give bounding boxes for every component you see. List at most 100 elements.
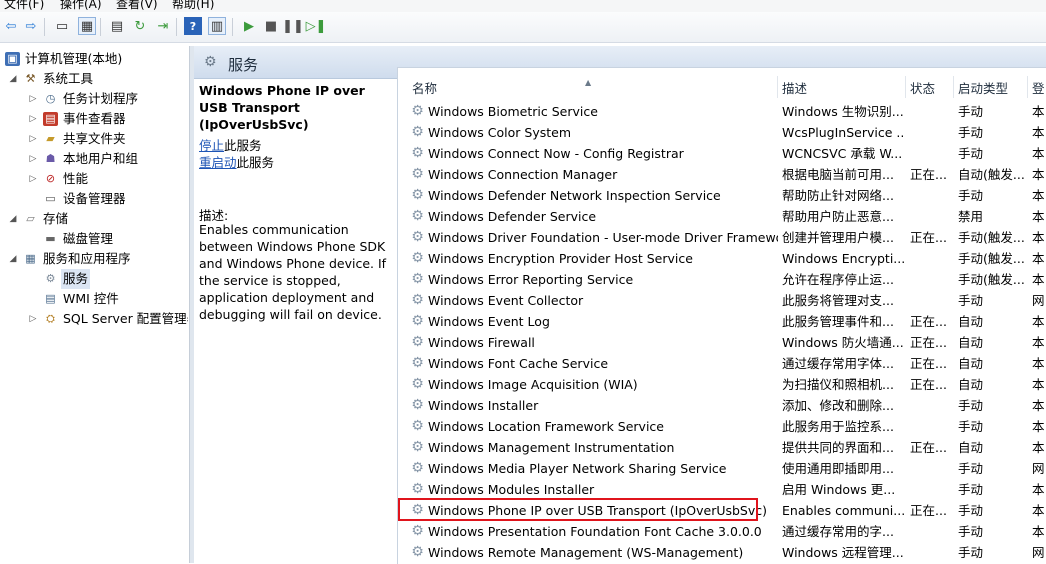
tree-node-disk-management[interactable]: ▬ 磁盘管理 <box>0 229 188 249</box>
menu-bar: 文件(F) 操作(A) 查看(V) 帮助(H) <box>0 0 1046 12</box>
tree-node-services-gear[interactable]: ⚙ 服务 <box>0 269 188 289</box>
service-description: 通过缓存常用字体... <box>782 356 894 371</box>
column-header-3[interactable]: 启动类型 <box>954 76 1028 98</box>
tree-node-event-viewer[interactable]: ▷ ▤ 事件查看器 <box>0 109 188 129</box>
pause-service-icon[interactable]: ❚❚ <box>282 17 304 35</box>
show-action-pane-icon[interactable]: ▥ <box>208 17 226 35</box>
service-status <box>910 395 952 416</box>
tree-node-performance[interactable]: ▷ ⊘ 性能 <box>0 169 188 189</box>
service-name: Windows Remote Management (WS-Management… <box>428 545 744 560</box>
service-row[interactable]: ⚙ Windows Media Player Network Sharing Se… <box>398 458 1046 479</box>
restart-service-icon[interactable]: ▷❚ <box>306 17 327 35</box>
collapse-arrow-icon[interactable]: ◢ <box>8 69 18 89</box>
tree-node-label: 服务 <box>61 269 91 289</box>
service-status <box>910 290 952 311</box>
column-header-2[interactable]: 状态 <box>906 76 954 98</box>
service-logon: 本 <box>1032 419 1045 434</box>
column-header-1[interactable]: 描述 <box>778 76 906 98</box>
service-row[interactable]: ⚙ Windows Event Log 此服务管理事件和... 正在... 自动 本 <box>398 311 1046 332</box>
up-folder-icon[interactable]: ▭ <box>53 17 71 35</box>
collapse-arrow-icon[interactable]: ◢ <box>8 249 18 269</box>
tree-node-task-scheduler[interactable]: ▷ ◷ 任务计划程序 <box>0 89 188 109</box>
refresh-icon[interactable]: ↻ <box>131 17 149 35</box>
help-icon[interactable]: ? <box>184 17 202 35</box>
expand-arrow-icon[interactable]: ▷ <box>28 89 38 109</box>
service-startup-type: 手动 <box>958 293 984 308</box>
column-header-0[interactable]: 名称 <box>408 76 778 98</box>
service-row[interactable]: ⚙ Windows Installer 添加、修改和删除... 手动 本 <box>398 395 1046 416</box>
export-list-icon[interactable]: ⇥ <box>154 17 172 35</box>
service-row[interactable]: ⚙ Windows Color System WcsPlugInService ..… <box>398 122 1046 143</box>
tree-node-shared-folders[interactable]: ▷ ▰ 共享文件夹 <box>0 129 188 149</box>
restart-service-suffix: 此服务 <box>236 155 275 170</box>
column-header-4[interactable]: 登 <box>1028 76 1046 98</box>
service-row[interactable]: ⚙ Windows Presentation Foundation Font Ca… <box>398 521 1046 542</box>
tree-node-computer-management[interactable]: ▣ 计算机管理(本地) <box>0 49 188 69</box>
service-startup-type: 手动(触发... <box>958 272 1025 287</box>
expand-arrow-icon[interactable]: ▷ <box>28 129 38 149</box>
menu-item-1[interactable]: 操作(A) <box>60 0 102 12</box>
service-row[interactable]: ⚙ Windows Encryption Provider Host Servic… <box>398 248 1046 269</box>
forward-arrow-icon[interactable]: ⇨ <box>22 17 40 35</box>
service-gear-icon: ⚙ <box>411 439 424 455</box>
service-row[interactable]: ⚙ Windows Defender Service 帮助用户防止恶意... 禁用 本 <box>398 206 1046 227</box>
expand-arrow-icon[interactable]: ▷ <box>28 309 38 329</box>
stop-service-link[interactable]: 停止 <box>199 138 224 153</box>
service-row[interactable]: ⚙ Windows Connect Now - Config Registrar W… <box>398 143 1046 164</box>
menu-item-3[interactable]: 帮助(H) <box>172 0 214 12</box>
expand-arrow-icon[interactable]: ▷ <box>28 169 38 189</box>
tree-node-device-manager[interactable]: ▭ 设备管理器 <box>0 189 188 209</box>
service-row[interactable]: ⚙ Windows Error Reporting Service 允许在程序停止运… <box>398 269 1046 290</box>
service-row[interactable]: ⚙ Windows Event Collector 此服务将管理对支... 手动 网 <box>398 290 1046 311</box>
tree-node-label: WMI 控件 <box>63 291 119 306</box>
service-row[interactable]: ⚙ Windows Modules Installer 启用 Windows 更..… <box>398 479 1046 500</box>
service-row[interactable]: ⚙ Windows Defender Network Inspection Ser… <box>398 185 1046 206</box>
tree-node-label: 任务计划程序 <box>63 91 139 106</box>
tree-node-system-tools[interactable]: ◢ ⚒ 系统工具 <box>0 69 188 89</box>
service-row[interactable]: ⚙ Windows Firewall Windows 防火墙通... 正在... 自动 本 <box>398 332 1046 353</box>
local-users-groups-icon: ☗ <box>43 152 58 166</box>
service-row[interactable]: ⚙ Windows Driver Foundation - User-mode D… <box>398 227 1046 248</box>
service-row[interactable]: ⚙ Windows Font Cache Service 通过缓存常用字体... 正在… <box>398 353 1046 374</box>
service-name: Windows Event Log <box>428 314 550 329</box>
restart-service-link[interactable]: 重启动 <box>199 155 237 170</box>
tree-node-label: 服务和应用程序 <box>43 251 131 266</box>
tree-node-storage[interactable]: ◢ ▱ 存储 <box>0 209 188 229</box>
shared-folders-icon: ▰ <box>43 132 58 146</box>
menu-item-0[interactable]: 文件(F) <box>4 0 44 12</box>
service-row[interactable]: ⚙ Windows Location Framework Service 此服务用于… <box>398 416 1046 437</box>
service-name: Windows Defender Service <box>428 209 597 224</box>
tree-node-local-users-groups[interactable]: ▷ ☗ 本地用户和组 <box>0 149 188 169</box>
service-logon: 本 <box>1032 146 1045 161</box>
service-row[interactable]: ⚙ Windows Remote Management (WS-Managemen… <box>398 542 1046 563</box>
service-name: Windows Installer <box>428 398 539 413</box>
toolbar: ⇦ ⇨ ▭ ▦ ▤ ↻ ⇥? ▥ ▶ ■ ❚❚ ▷❚ <box>0 12 1046 43</box>
collapse-arrow-icon[interactable]: ◢ <box>8 209 18 229</box>
show-hide-tree-icon[interactable]: ▦ <box>78 17 96 35</box>
service-row[interactable]: ⚙ Windows Connection Manager 根据电脑当前可用... 正在… <box>398 164 1046 185</box>
stop-service-icon[interactable]: ■ <box>262 17 280 35</box>
service-gear-icon: ⚙ <box>411 229 424 245</box>
tree-node-services-applications[interactable]: ◢ ▦ 服务和应用程序 <box>0 249 188 269</box>
expand-arrow-icon[interactable]: ▷ <box>28 149 38 169</box>
device-manager-icon: ▭ <box>43 192 58 206</box>
service-row[interactable]: ⚙ Windows Image Acquisition (WIA) 为扫描仪和照相机… <box>398 374 1046 395</box>
service-logon: 本 <box>1032 251 1045 266</box>
back-arrow-icon[interactable]: ⇦ <box>2 17 20 35</box>
service-row[interactable]: ⚙ Windows Biometric Service Windows 生物识别..… <box>398 101 1046 122</box>
service-logon: 本 <box>1032 167 1045 182</box>
menu-item-2[interactable]: 查看(V) <box>116 0 158 12</box>
properties-icon[interactable]: ▤ <box>108 17 126 35</box>
expand-arrow-icon[interactable]: ▷ <box>28 109 38 129</box>
service-gear-icon: ⚙ <box>411 103 424 119</box>
service-description: 添加、修改和删除... <box>782 398 894 413</box>
tree-node-sql-server-config[interactable]: ▷ ⛭ SQL Server 配置管理器 <box>0 309 188 329</box>
service-gear-icon: ⚙ <box>411 208 424 224</box>
service-name: Windows Presentation Foundation Font Cac… <box>428 524 762 539</box>
service-row[interactable]: ⚙ Windows Management Instrumentation 提供共同的… <box>398 437 1046 458</box>
tree-node-wmi-control[interactable]: ▤ WMI 控件 <box>0 289 188 309</box>
service-status <box>910 458 952 479</box>
service-gear-icon: ⚙ <box>411 523 424 539</box>
service-row[interactable]: ⚙ Windows Phone IP over USB Transport (Ip… <box>398 500 1046 521</box>
start-service-icon[interactable]: ▶ <box>240 17 258 35</box>
